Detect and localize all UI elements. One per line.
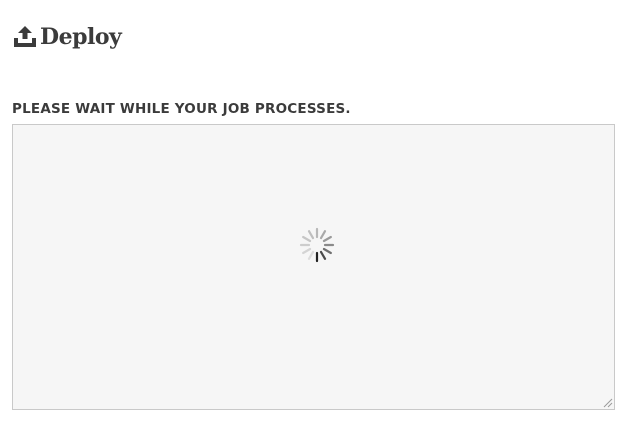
brand-name: Deploy	[40, 24, 122, 50]
spinner-tick	[322, 235, 332, 243]
deploy-logo[interactable]: Deploy	[12, 22, 122, 52]
upload-tray-icon	[14, 26, 36, 47]
spinner-tick	[307, 250, 315, 260]
resize-grip-icon[interactable]	[603, 398, 613, 408]
loading-spinner-icon	[299, 227, 335, 263]
spinner-tick	[322, 247, 332, 255]
spinner-tick	[319, 250, 327, 260]
spinner-tick	[302, 235, 312, 243]
spinner-tick	[302, 247, 312, 255]
page-title: PLEASE WAIT WHILE YOUR JOB PROCESSES.	[12, 101, 351, 117]
spinner-tick	[307, 230, 315, 240]
spinner-tick	[319, 230, 327, 240]
job-output-textarea[interactable]	[12, 124, 615, 410]
